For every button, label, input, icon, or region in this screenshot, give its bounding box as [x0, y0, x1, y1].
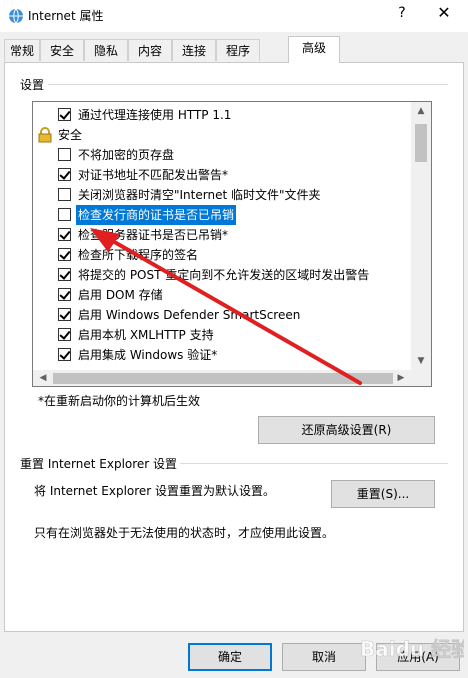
list-item-label: 对证书地址不匹配发出警告*: [78, 168, 229, 182]
tab-security[interactable]: 安全: [40, 39, 84, 61]
scroll-left-icon[interactable]: ◀: [33, 373, 53, 383]
help-button[interactable]: ?: [392, 5, 412, 21]
tab-privacy[interactable]: 隐私: [84, 39, 128, 61]
vertical-scroll-thumb[interactable]: [415, 124, 427, 162]
cancel-button[interactable]: 取消: [282, 643, 366, 671]
reset-button[interactable]: 重置(S)...: [331, 480, 435, 508]
list-item-label: 检查服务器证书是否已吊销*: [78, 228, 229, 242]
lock-icon: [38, 127, 52, 143]
list-item-label: 通过代理连接使用 HTTP 1.1: [78, 108, 232, 122]
list-item-label: 将提交的 POST 重定向到不允许发送的区域时发出警告: [78, 268, 370, 282]
checkbox[interactable]: [58, 348, 71, 361]
list-item[interactable]: 对证书地址不匹配发出警告*: [33, 165, 411, 185]
tab-programs[interactable]: 程序: [216, 39, 260, 61]
checkbox[interactable]: [58, 248, 71, 261]
list-item-label: 启用 Windows Defender SmartScreen: [78, 308, 301, 322]
checkbox[interactable]: [58, 288, 71, 301]
list-item[interactable]: 将提交的 POST 重定向到不允许发送的区域时发出警告: [33, 265, 411, 285]
reset-group-label: 重置 Internet Explorer 设置: [20, 457, 178, 471]
list-item[interactable]: 启用本机 XMLHTTP 支持: [33, 325, 411, 345]
restore-advanced-button[interactable]: 还原高级设置(R): [258, 416, 435, 444]
baidu-watermark-logo: Baidu 经验: [360, 637, 464, 662]
list-item[interactable]: 不将加密的页存盘: [33, 145, 411, 165]
checkbox[interactable]: [58, 308, 71, 321]
section-label: 安全: [58, 128, 83, 142]
checkbox[interactable]: [58, 168, 71, 181]
restart-note: *在重新启动你的计算机后生效: [38, 394, 201, 408]
list-item-selected[interactable]: 检查发行商的证书是否已吊销: [33, 205, 411, 225]
scroll-down-icon[interactable]: ▼: [411, 356, 431, 366]
settings-group-line: [48, 84, 448, 85]
settings-list[interactable]: 通过代理连接使用 HTTP 1.1 安全 不将加密的页存盘 对证书地址不匹配发出…: [32, 101, 432, 387]
list-item[interactable]: 启用集成 Windows 验证*: [33, 345, 411, 365]
reset-note: 只有在浏览器处于无法使用的状态时，才应使用此设置。: [34, 526, 335, 540]
checkbox[interactable]: [58, 208, 71, 221]
horizontal-scroll-thumb[interactable]: [53, 373, 393, 384]
list-item[interactable]: 检查服务器证书是否已吊销*: [33, 225, 411, 245]
list-section-security: 安全: [33, 125, 411, 145]
list-item-label: 启用 DOM 存储: [78, 288, 163, 302]
internet-globe-icon: [9, 8, 23, 24]
scroll-right-icon[interactable]: ▶: [391, 373, 411, 383]
reset-group-line: [180, 463, 448, 464]
close-button[interactable]: ✕: [432, 3, 456, 22]
reset-description: 将 Internet Explorer 设置重置为默认设置。: [34, 484, 276, 498]
list-item-label: 启用本机 XMLHTTP 支持: [78, 328, 214, 342]
ok-button[interactable]: 确定: [188, 643, 272, 671]
vertical-scrollbar[interactable]: ▲ ▼: [411, 102, 431, 370]
list-item[interactable]: 启用 Windows Defender SmartScreen: [33, 305, 411, 325]
scroll-up-icon[interactable]: ▲: [411, 106, 431, 116]
checkbox[interactable]: [58, 328, 71, 341]
tab-advanced[interactable]: 高级: [288, 36, 340, 63]
settings-group-label: 设置: [20, 78, 45, 92]
title-bar: Internet 属性 ? ✕: [0, 0, 468, 32]
list-item[interactable]: 关闭浏览器时清空"Internet 临时文件"文件夹: [33, 185, 411, 205]
list-item-label: 启用集成 Windows 验证*: [78, 348, 218, 362]
checkbox[interactable]: [58, 188, 71, 201]
list-item-label: 关闭浏览器时清空"Internet 临时文件"文件夹: [78, 188, 321, 202]
list-item-label: 检查所下载程序的签名: [78, 248, 199, 262]
tab-general[interactable]: 常规: [4, 39, 40, 61]
list-item[interactable]: 启用 DOM 存储: [33, 285, 411, 305]
checkbox[interactable]: [58, 228, 71, 241]
list-item-label: 检查发行商的证书是否已吊销: [76, 205, 237, 225]
watermark-text: Baidu 经验: [360, 637, 464, 661]
scrollbar-corner: [411, 370, 431, 386]
list-item-label: 不将加密的页存盘: [78, 148, 175, 162]
list-item[interactable]: 通过代理连接使用 HTTP 1.1: [33, 105, 411, 125]
checkbox[interactable]: [58, 268, 71, 281]
tab-strip: 常规 安全 隐私 内容 连接 程序 高级: [4, 36, 464, 63]
list-item[interactable]: 检查所下载程序的签名: [33, 245, 411, 265]
checkbox[interactable]: [58, 108, 71, 121]
window-title: Internet 属性: [28, 9, 104, 23]
checkbox[interactable]: [58, 148, 71, 161]
tab-content[interactable]: 内容: [128, 39, 172, 61]
horizontal-scrollbar[interactable]: ◀ ▶: [33, 370, 411, 386]
tab-connections[interactable]: 连接: [172, 39, 216, 61]
